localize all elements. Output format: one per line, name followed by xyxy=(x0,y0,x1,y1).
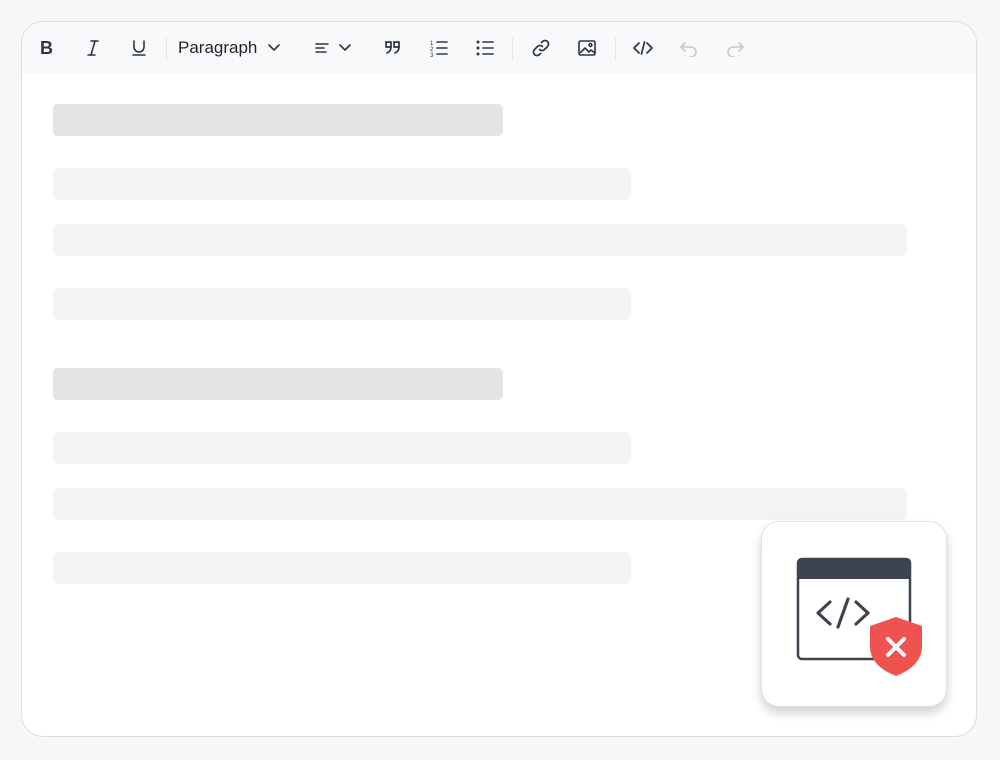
svg-text:3: 3 xyxy=(430,53,434,57)
undo-button[interactable] xyxy=(677,36,701,60)
redo-button[interactable] xyxy=(723,36,747,60)
align-left-icon xyxy=(315,43,329,53)
skeleton-line xyxy=(53,552,631,584)
underline-icon xyxy=(132,40,146,56)
code-blocked-badge xyxy=(761,521,947,707)
skeleton-line xyxy=(53,488,907,520)
underline-button[interactable] xyxy=(127,36,151,60)
block-format-value: Paragraph xyxy=(178,38,258,57)
toolbar-separator xyxy=(615,37,616,61)
code-icon xyxy=(633,41,653,55)
ordered-list-icon: 1 2 3 xyxy=(430,41,448,57)
code-view-button[interactable] xyxy=(631,36,655,60)
italic-button[interactable] xyxy=(81,36,105,60)
toolbar-separator xyxy=(166,37,167,61)
skeleton-heading xyxy=(53,368,503,400)
blockquote-button[interactable] xyxy=(381,36,405,60)
skeleton-heading xyxy=(53,104,503,136)
bold-button[interactable]: B xyxy=(35,36,59,60)
image-icon xyxy=(578,40,596,56)
svg-text:B: B xyxy=(40,39,53,57)
link-icon xyxy=(532,39,550,57)
redo-icon xyxy=(727,42,744,57)
ordered-list-button[interactable]: 1 2 3 xyxy=(427,36,451,60)
italic-icon xyxy=(87,40,99,56)
block-format-select[interactable]: Paragraph xyxy=(178,36,281,60)
bullet-list-button[interactable] xyxy=(473,36,497,60)
image-button[interactable] xyxy=(575,36,599,60)
skeleton-line xyxy=(53,224,907,256)
editor-toolbar: B Paragraph 1 2 3 xyxy=(22,22,976,74)
chevron-down-icon xyxy=(268,44,281,51)
skeleton-line xyxy=(53,432,631,464)
code-window-blocked-icon xyxy=(796,557,922,676)
toolbar-separator xyxy=(512,37,513,61)
blockquote-icon xyxy=(385,41,400,54)
skeleton-line xyxy=(53,168,631,200)
bold-icon: B xyxy=(40,39,53,57)
bullet-list-icon xyxy=(476,40,494,56)
chevron-down-icon xyxy=(339,44,351,51)
link-button[interactable] xyxy=(529,36,553,60)
skeleton-line xyxy=(53,288,631,320)
text-align-select[interactable] xyxy=(314,36,352,60)
undo-icon xyxy=(680,42,697,57)
